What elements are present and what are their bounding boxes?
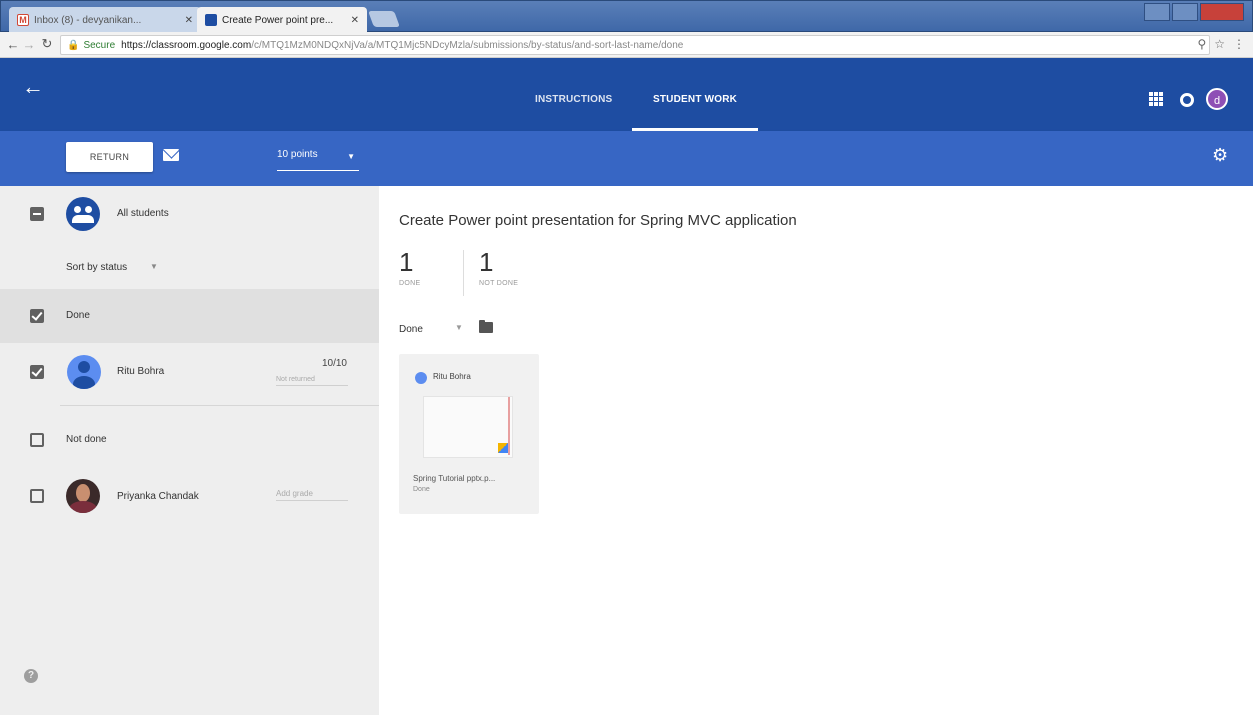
- group-label-not-done: Not done: [66, 434, 107, 445]
- classroom-icon: [205, 14, 217, 26]
- stat-done[interactable]: 1 DONE: [399, 248, 420, 287]
- group-checkbox-not-done[interactable]: [30, 433, 44, 447]
- stat-value: 1: [399, 247, 414, 277]
- grading-toolbar: RETURN 10 points ▼ ⚙: [0, 131, 1253, 186]
- close-tab-icon[interactable]: ✕: [185, 15, 193, 26]
- gear-icon[interactable]: ⚙: [1212, 146, 1228, 164]
- gmail-icon: M: [17, 14, 29, 26]
- student-grade[interactable]: 10/10: [322, 358, 347, 369]
- maximize-button[interactable]: [1172, 3, 1198, 21]
- address-bar[interactable]: 🔒 Secure https://classroom.google.com /c…: [60, 35, 1210, 55]
- student-row[interactable]: Ritu Bohra 10/10 Not returned: [0, 346, 379, 398]
- sort-dropdown[interactable]: Sort by status: [66, 262, 127, 273]
- url-host: https://classroom.google.com: [121, 39, 252, 51]
- points-value: 10 points: [277, 149, 318, 160]
- divider: [463, 250, 464, 296]
- browser-toolbar: ← → ↻ 🔒 Secure https://classroom.google.…: [0, 32, 1253, 58]
- folder-icon[interactable]: [479, 320, 493, 333]
- avatar: [66, 479, 100, 513]
- all-students-row[interactable]: All students: [0, 186, 379, 242]
- reload-icon[interactable]: ↻: [38, 36, 56, 52]
- main-content: Create Power point presentation for Spri…: [379, 186, 1253, 715]
- back-arrow-icon[interactable]: ←: [22, 76, 44, 98]
- group-header-not-done[interactable]: Not done: [0, 418, 379, 462]
- menu-dots-icon[interactable]: ⋮: [1233, 37, 1245, 51]
- slides-logo-icon: [498, 443, 508, 453]
- all-students-label: All students: [117, 208, 169, 219]
- help-icon[interactable]: ?: [24, 669, 38, 683]
- student-list-sidebar: All students Sort by status ▼ Done Ritu …: [0, 186, 379, 715]
- select-all-checkbox[interactable]: [30, 207, 44, 221]
- window-controls: [1144, 3, 1244, 21]
- star-icon[interactable]: ☆: [1214, 37, 1225, 51]
- group-icon: [66, 197, 100, 231]
- add-grade-input[interactable]: Add grade: [276, 489, 348, 501]
- thumbnail-accent: [508, 397, 510, 455]
- stat-not-done[interactable]: 1 NOT DONE: [479, 248, 518, 287]
- student-row[interactable]: Priyanka Chandak Add grade: [0, 472, 379, 520]
- close-window-button[interactable]: [1200, 3, 1244, 21]
- student-name: Ritu Bohra: [117, 366, 165, 377]
- tab-title: Create Power point pre...: [222, 14, 334, 26]
- browser-tab-classroom[interactable]: Create Power point pre... ✕: [197, 7, 367, 33]
- student-name: Priyanka Chandak: [117, 491, 199, 502]
- assignment-title: Create Power point presentation for Spri…: [399, 212, 797, 229]
- tab-student-work[interactable]: STUDENT WORK: [653, 94, 737, 105]
- apps-grid-icon[interactable]: [1149, 92, 1163, 106]
- caret-down-icon: ▼: [347, 152, 355, 161]
- secure-label: Secure: [83, 39, 116, 51]
- group-checkbox-done[interactable]: [30, 309, 44, 323]
- divider: [60, 405, 379, 406]
- user-avatar[interactable]: d: [1206, 88, 1228, 110]
- avatar: [415, 372, 427, 384]
- notifications-icon[interactable]: [1180, 93, 1194, 107]
- card-file-name[interactable]: Spring Tutorial pptx.p...: [413, 474, 533, 483]
- student-checkbox[interactable]: [30, 365, 44, 379]
- avatar: [67, 355, 101, 389]
- sort-row[interactable]: Sort by status ▼: [0, 254, 379, 280]
- submission-card[interactable]: Ritu Bohra Spring Tutorial pptx.p... Don…: [399, 354, 539, 514]
- stat-label: NOT DONE: [479, 280, 519, 287]
- minimize-button[interactable]: [1144, 3, 1170, 21]
- card-status: Done: [413, 486, 430, 493]
- card-student-name: Ritu Bohra: [433, 372, 471, 381]
- zoom-icon[interactable]: ⚲: [1197, 37, 1206, 51]
- group-header-done[interactable]: Done: [0, 289, 379, 343]
- browser-tab-strip: M Inbox (8) - devyanikan... ✕ Create Pow…: [0, 0, 1253, 33]
- points-dropdown[interactable]: 10 points ▼: [277, 149, 359, 171]
- mail-icon[interactable]: [163, 149, 179, 161]
- return-button[interactable]: RETURN: [66, 142, 153, 172]
- lock-icon: 🔒: [67, 39, 80, 51]
- student-checkbox[interactable]: [30, 489, 44, 503]
- group-label-done: Done: [66, 310, 90, 321]
- forward-icon[interactable]: →: [20, 37, 38, 52]
- tab-instructions[interactable]: INSTRUCTIONS: [535, 94, 612, 105]
- status-filter-dropdown[interactable]: Done: [399, 324, 423, 335]
- caret-down-icon: ▼: [150, 262, 158, 271]
- app-header: ← INSTRUCTIONS STUDENT WORK d: [0, 58, 1253, 131]
- caret-down-icon: ▼: [455, 323, 463, 332]
- url-path: /c/MTQ1MzM0NDQxNjVa/a/MTQ1Mjc5NDcyMzla/s…: [251, 39, 684, 51]
- stat-value: 1: [479, 247, 494, 277]
- file-thumbnail[interactable]: [423, 396, 513, 458]
- tab-title: Inbox (8) - devyanikan...: [34, 14, 142, 26]
- stat-label: DONE: [399, 280, 421, 287]
- new-tab-button[interactable]: [368, 11, 400, 27]
- browser-tab-gmail[interactable]: M Inbox (8) - devyanikan... ✕: [9, 7, 201, 33]
- grade-status: Not returned: [276, 376, 348, 386]
- close-tab-icon[interactable]: ✕: [351, 15, 359, 26]
